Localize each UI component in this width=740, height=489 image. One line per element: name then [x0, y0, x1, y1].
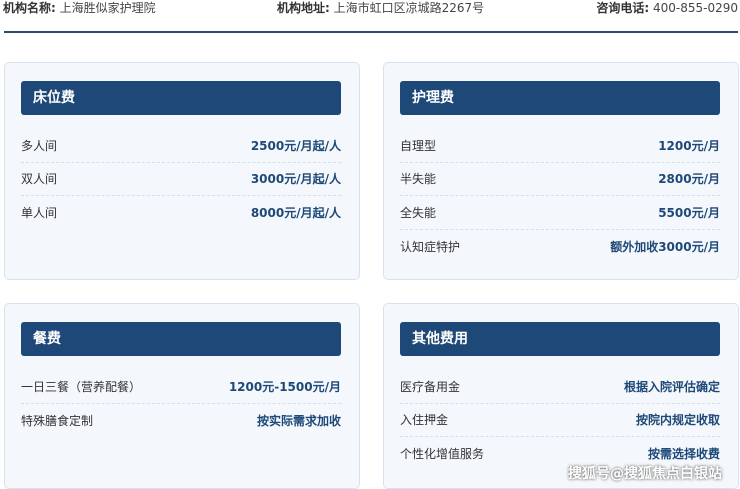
fee-row: 单人间 8000元/月起/人 — [21, 196, 341, 230]
fee-row: 医疗备用金 根据入院评估确定 — [400, 370, 720, 404]
fee-row: 全失能 5500元/月 — [400, 196, 720, 230]
fee-item-price: 按院内规定收取 — [635, 413, 720, 428]
watermark: 搜狐号@搜狐焦点白银站 — [568, 466, 722, 482]
other-fee-title: 其他费用 — [400, 322, 720, 356]
fee-item-price: 额外加收3000元/月 — [610, 239, 720, 254]
fee-row: 半失能 2800元/月 — [400, 163, 720, 196]
fee-item-price: 2500元/月起/人 — [250, 138, 341, 153]
fee-item-price: 按实际需求加收 — [256, 413, 341, 428]
header-divider — [4, 31, 738, 33]
bed-fee-card: 床位费 多人间 2500元/月起/人 双人间 3000元/月起/人 单人间 80… — [4, 62, 360, 280]
fee-row: 一日三餐（营养配餐） 1200元-1500元/月 — [21, 370, 341, 404]
bed-fee-list: 多人间 2500元/月起/人 双人间 3000元/月起/人 单人间 8000元/… — [21, 129, 341, 230]
fee-item-name: 半失能 — [400, 172, 437, 187]
institution-address-value: 上海市虹口区凉城路2267号 — [333, 1, 485, 15]
fee-row: 认知症特护 额外加收3000元/月 — [400, 230, 720, 264]
fee-item-price: 1200元-1500元/月 — [228, 379, 341, 394]
fee-row: 多人间 2500元/月起/人 — [21, 129, 341, 163]
fee-item-name: 全失能 — [400, 205, 437, 220]
fee-item-name: 双人间 — [21, 172, 58, 187]
consult-phone: 咨询电话: 400-855-0290 — [596, 0, 738, 16]
fee-row: 双人间 3000元/月起/人 — [21, 163, 341, 196]
fee-row: 自理型 1200元/月 — [400, 129, 720, 163]
institution-address: 机构地址: 上海市虹口区凉城路2267号 — [277, 0, 484, 16]
fee-item-name: 认知症特护 — [400, 239, 461, 254]
institution-name-value: 上海胜似家护理院 — [59, 1, 156, 15]
fee-item-price: 1200元/月 — [658, 138, 720, 153]
nursing-fee-title: 护理费 — [400, 81, 720, 115]
fee-item-price: 8000元/月起/人 — [250, 206, 341, 221]
fee-item-name: 一日三餐（营养配餐） — [21, 379, 142, 394]
institution-name-label: 机构名称: — [3, 1, 56, 15]
fee-item-name: 单人间 — [21, 206, 58, 221]
fee-item-name: 特殊膳食定制 — [21, 413, 94, 428]
institution-name: 机构名称: 上海胜似家护理院 — [3, 0, 156, 16]
institution-info-bar: 机构名称: 上海胜似家护理院 机构地址: 上海市虹口区凉城路2267号 咨询电话… — [0, 0, 740, 16]
fee-item-name: 自理型 — [400, 138, 437, 153]
fee-item-price: 5500元/月 — [658, 205, 720, 220]
fee-row: 特殊膳食定制 按实际需求加收 — [21, 404, 341, 438]
other-fee-card: 其他费用 医疗备用金 根据入院评估确定 入住押金 按院内规定收取 个性化增值服务… — [383, 303, 739, 489]
consult-phone-label: 咨询电话: — [596, 1, 650, 15]
fee-item-price: 2800元/月 — [658, 172, 720, 187]
fee-item-price: 按需选择收费 — [647, 447, 720, 462]
other-fee-list: 医疗备用金 根据入院评估确定 入住押金 按院内规定收取 个性化增值服务 按需选择… — [400, 370, 720, 471]
nursing-fee-card: 护理费 自理型 1200元/月 半失能 2800元/月 全失能 5500元/月 … — [383, 62, 739, 280]
meal-fee-title: 餐费 — [21, 322, 341, 356]
bed-fee-title: 床位费 — [21, 81, 341, 115]
meal-fee-card: 餐费 一日三餐（营养配餐） 1200元-1500元/月 特殊膳食定制 按实际需求… — [4, 303, 360, 489]
fee-item-price: 根据入院评估确定 — [623, 379, 720, 394]
nursing-fee-list: 自理型 1200元/月 半失能 2800元/月 全失能 5500元/月 认知症特… — [400, 129, 720, 263]
fee-item-name: 个性化增值服务 — [400, 447, 485, 462]
institution-address-label: 机构地址: — [277, 1, 330, 15]
fee-row: 入住押金 按院内规定收取 — [400, 404, 720, 437]
meal-fee-list: 一日三餐（营养配餐） 1200元-1500元/月 特殊膳食定制 按实际需求加收 — [21, 370, 341, 437]
fee-item-price: 3000元/月起/人 — [250, 172, 341, 187]
fee-item-name: 医疗备用金 — [400, 379, 461, 394]
consult-phone-value: 400-855-0290 — [652, 1, 738, 15]
fee-item-name: 多人间 — [21, 138, 58, 153]
fee-item-name: 入住押金 — [400, 413, 449, 428]
